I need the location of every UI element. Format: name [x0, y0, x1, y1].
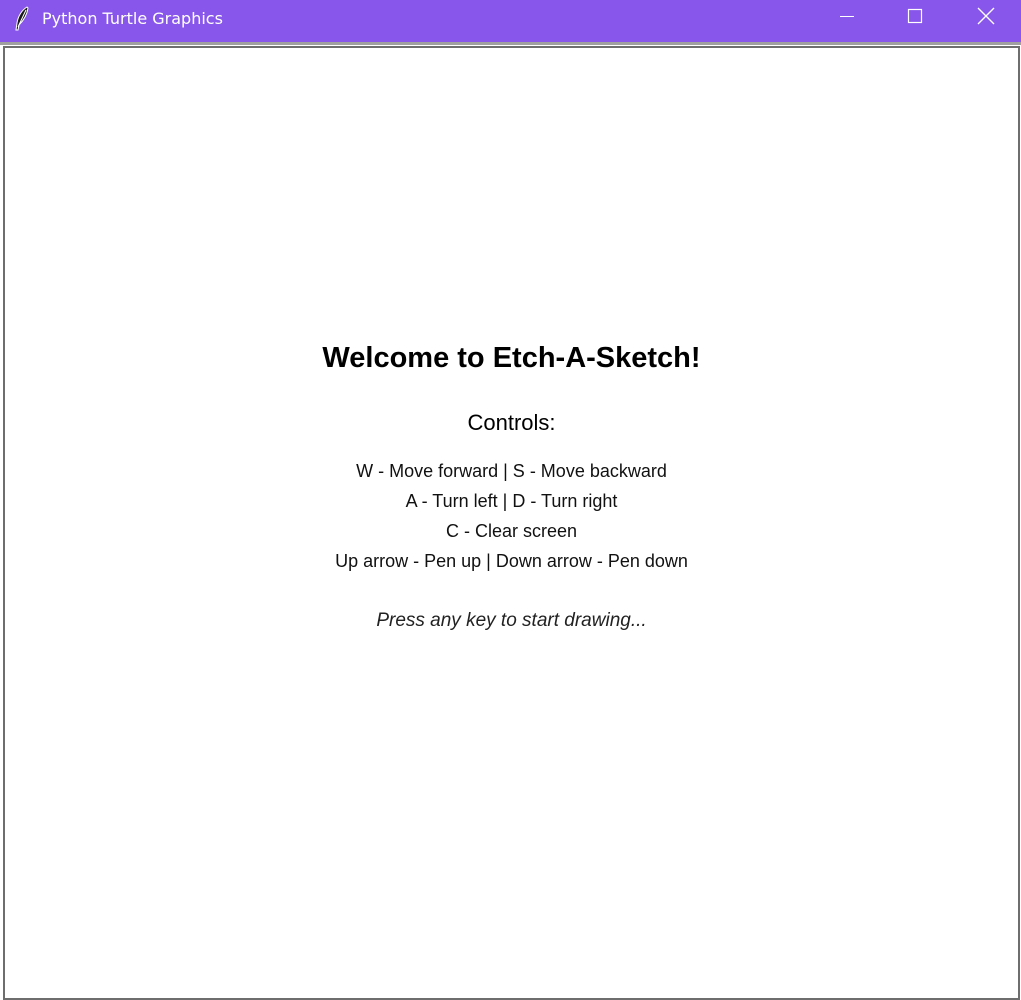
minimize-button[interactable]	[824, 0, 870, 36]
control-line: W - Move forward | S - Move backward	[356, 461, 667, 481]
title-bar[interactable]: Python Turtle Graphics	[0, 0, 1021, 42]
control-line: Up arrow - Pen up | Down arrow - Pen dow…	[335, 551, 688, 571]
maximize-button[interactable]	[892, 0, 938, 36]
control-line: A - Turn left | D - Turn right	[405, 491, 618, 511]
feather-icon	[13, 6, 31, 32]
close-button[interactable]	[963, 0, 1009, 36]
canvas-frame: Welcome to Etch-A-Sketch! Controls: W - …	[3, 46, 1020, 1000]
minimize-icon	[839, 8, 855, 29]
maximize-icon	[907, 8, 923, 29]
start-prompt: Press any key to start drawing...	[376, 610, 647, 631]
window-border-strip	[0, 42, 1021, 45]
welcome-heading: Welcome to Etch-A-Sketch!	[322, 342, 701, 374]
control-line: C - Clear screen	[445, 521, 578, 541]
turtle-window: Python Turtle Graphics Welcome to Etch-A…	[0, 0, 1021, 1000]
close-icon	[977, 7, 995, 30]
turtle-canvas[interactable]: Welcome to Etch-A-Sketch! Controls: W - …	[5, 48, 1018, 998]
window-title: Python Turtle Graphics	[42, 9, 223, 28]
controls-heading: Controls:	[467, 410, 556, 435]
